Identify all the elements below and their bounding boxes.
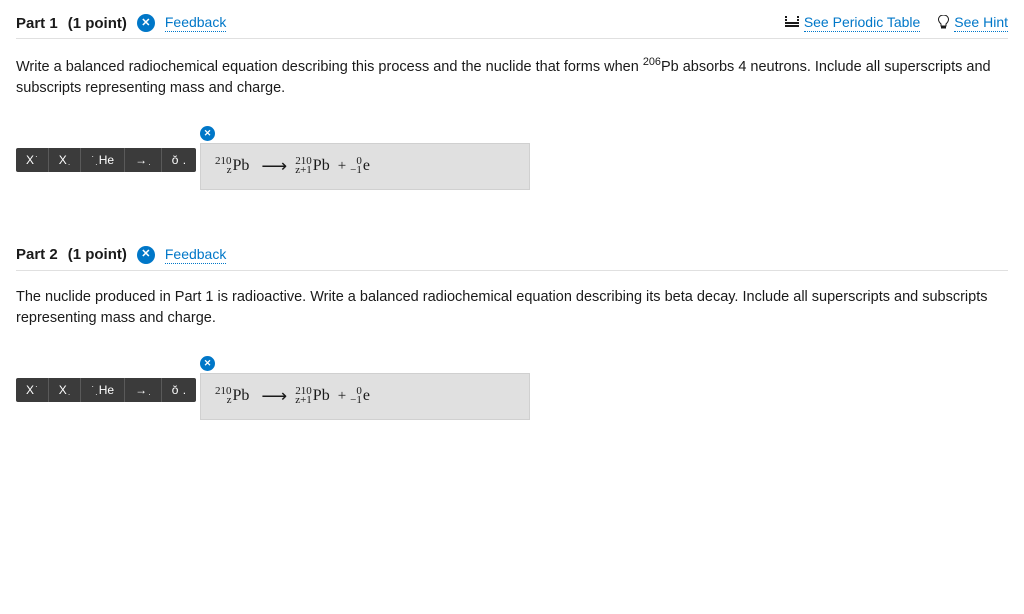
- toolbar-subscript-button[interactable]: X·: [49, 148, 82, 172]
- toolbar-label: →: [135, 153, 147, 167]
- part-1: Part 1 (1 point) ✕ Feedback See Periodic…: [0, 0, 1024, 210]
- question-text-before: Write a balanced radiochemical equation …: [16, 59, 643, 75]
- toolbar-nuclide-button[interactable]: ··He: [81, 148, 125, 172]
- nuclide-prefix: 210 z: [215, 387, 232, 406]
- toolbar-superscript-button[interactable]: X·: [16, 148, 49, 172]
- toolbar-label: He: [99, 153, 114, 167]
- part-points: (1 point): [68, 246, 127, 263]
- toolbar-label: He: [99, 383, 114, 397]
- part-title: Part 1: [16, 15, 58, 32]
- nuclide-prefix: 210 z+1: [295, 157, 312, 176]
- part-header-right: See Periodic Table See Hint: [785, 14, 1008, 32]
- question-element: Pb: [661, 59, 679, 75]
- sub-icon: ·: [148, 390, 151, 399]
- charge-number: −1: [350, 166, 362, 175]
- part-header: Part 2 (1 point) ✕ Feedback: [16, 240, 1008, 271]
- nuclide-prefix: 0 −1: [350, 387, 362, 406]
- element-symbol: Pb: [232, 387, 249, 405]
- sub-icon: ·: [148, 160, 151, 169]
- toolbar-superscript-button[interactable]: X·: [16, 378, 49, 402]
- toolbar-label: →: [135, 383, 147, 397]
- toolbar-label: ŏ: [172, 383, 179, 397]
- toolbar-delta-button[interactable]: ŏ .: [162, 148, 196, 172]
- answer-incorrect-icon: ✕: [200, 126, 215, 141]
- nuclide-prefix: 210 z+1: [295, 387, 312, 406]
- part-header-left: Part 1 (1 point) ✕ Feedback: [16, 14, 226, 32]
- incorrect-icon: ✕: [137, 14, 155, 32]
- toolbar-arrow-button[interactable]: →·: [125, 148, 162, 172]
- answer-input[interactable]: 210 z Pb ⟶ 210 z+1 Pb + 0 −1 e: [200, 143, 530, 190]
- toolbar-label: X: [59, 153, 67, 167]
- toolbar-label: X: [26, 383, 34, 397]
- reaction-arrow: ⟶: [261, 386, 287, 407]
- answer-input[interactable]: 210 z Pb ⟶ 210 z+1 Pb + 0 −1 e: [200, 373, 530, 420]
- toolbar-arrow-button[interactable]: →·: [125, 378, 162, 402]
- element-symbol: Pb: [313, 387, 330, 405]
- element-symbol: Pb: [313, 157, 330, 175]
- dot-icon: .: [179, 383, 186, 397]
- plus-sign: +: [338, 158, 346, 175]
- periodic-table-link-wrap[interactable]: See Periodic Table: [785, 14, 920, 32]
- nuclide-prefix: 0 −1: [350, 157, 362, 176]
- feedback-link[interactable]: Feedback: [165, 14, 226, 32]
- reaction-arrow: ⟶: [261, 156, 287, 177]
- charge-number: z: [227, 166, 232, 175]
- element-symbol: e: [363, 157, 370, 175]
- sup-icon: ·: [91, 152, 94, 161]
- feedback-link[interactable]: Feedback: [165, 246, 226, 264]
- sub-icon: ·: [68, 390, 71, 399]
- sub-icon: ·: [95, 160, 98, 169]
- toolbar-nuclide-button[interactable]: ··He: [81, 378, 125, 402]
- question-text: The nuclide produced in Part 1 is radioa…: [16, 271, 1008, 347]
- lightbulb-icon: [938, 15, 949, 32]
- periodic-table-icon: [785, 15, 799, 31]
- plus-sign: +: [338, 388, 346, 405]
- see-hint-link-wrap[interactable]: See Hint: [938, 14, 1008, 32]
- sub-icon: ·: [68, 160, 71, 169]
- part-title: Part 2: [16, 246, 58, 263]
- part-2: Part 2 (1 point) ✕ Feedback The nuclide …: [0, 210, 1024, 440]
- question-text: Write a balanced radiochemical equation …: [16, 39, 1008, 117]
- question-mass-number: 206: [643, 56, 661, 68]
- part-header: Part 1 (1 point) ✕ Feedback See Periodic…: [16, 8, 1008, 39]
- charge-number: z+1: [295, 166, 312, 175]
- equation-toolbar: X· X· ··He →· ŏ .: [16, 148, 196, 172]
- charge-number: z: [227, 396, 232, 405]
- answer-incorrect-icon: ✕: [200, 356, 215, 371]
- sup-icon: ·: [35, 152, 38, 161]
- toolbar-label: X: [59, 383, 67, 397]
- charge-number: −1: [350, 396, 362, 405]
- nuclide-prefix: 210 z: [215, 157, 232, 176]
- answer-area: ✕ 210 z Pb ⟶ 210 z+1 Pb + 0 −1 e: [200, 353, 530, 420]
- periodic-table-link[interactable]: See Periodic Table: [804, 14, 920, 32]
- element-symbol: Pb: [232, 157, 249, 175]
- toolbar-label: ŏ: [172, 153, 179, 167]
- incorrect-icon: ✕: [137, 246, 155, 264]
- element-symbol: e: [363, 387, 370, 405]
- see-hint-link[interactable]: See Hint: [954, 14, 1008, 32]
- sub-icon: ·: [95, 390, 98, 399]
- sup-icon: ·: [91, 382, 94, 391]
- dot-icon: .: [179, 153, 186, 167]
- sup-icon: ·: [35, 382, 38, 391]
- toolbar-label: X: [26, 153, 34, 167]
- equation-toolbar: X· X· ··He →· ŏ .: [16, 378, 196, 402]
- part-header-left: Part 2 (1 point) ✕ Feedback: [16, 246, 226, 264]
- charge-number: z+1: [295, 396, 312, 405]
- part-points: (1 point): [68, 15, 127, 32]
- answer-area: ✕ 210 z Pb ⟶ 210 z+1 Pb + 0 −1 e: [200, 123, 530, 190]
- toolbar-subscript-button[interactable]: X·: [49, 378, 82, 402]
- toolbar-delta-button[interactable]: ŏ .: [162, 378, 196, 402]
